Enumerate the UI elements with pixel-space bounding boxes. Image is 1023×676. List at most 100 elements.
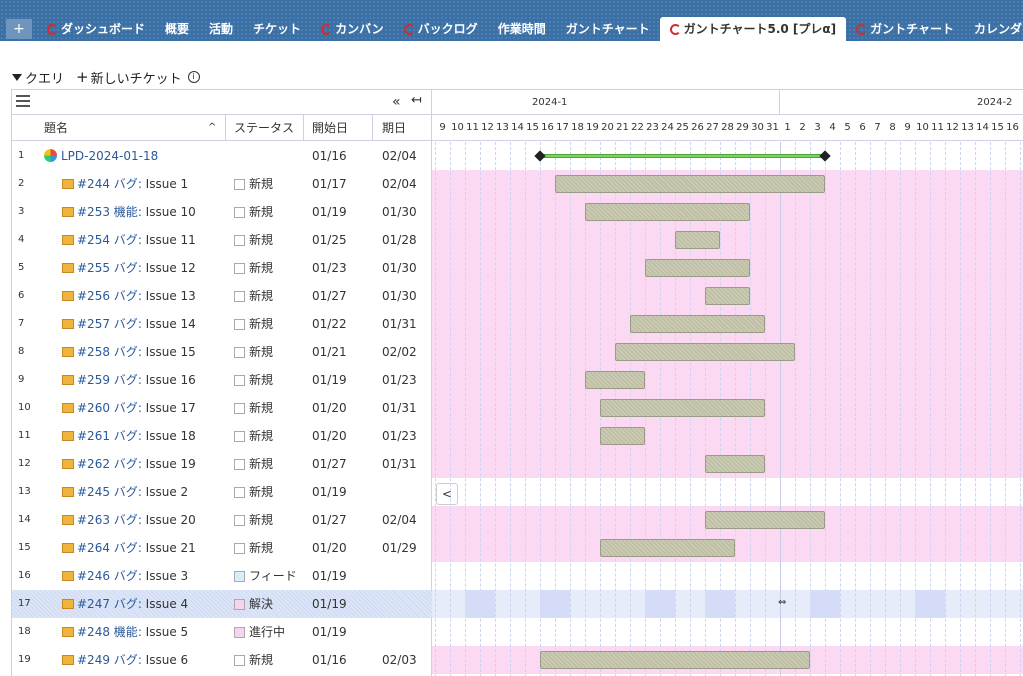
- row-title[interactable]: #248 機能: Issue 5: [62, 618, 188, 646]
- tab-6[interactable]: 作業時間: [488, 17, 556, 41]
- gantt-bar[interactable]: [600, 427, 645, 445]
- tab-7[interactable]: ガントチャート: [556, 17, 660, 41]
- column-header-status[interactable]: ステータス: [234, 115, 294, 141]
- row-title[interactable]: #261 バグ: Issue 18: [62, 422, 196, 450]
- row-title[interactable]: #257 バグ: Issue 14: [62, 310, 196, 338]
- tab-9[interactable]: ガントチャート: [846, 17, 964, 41]
- ticket-link[interactable]: #260: [77, 401, 110, 415]
- day-gridline: [495, 142, 496, 676]
- milestone-diamond[interactable]: [534, 150, 546, 162]
- ticket-link[interactable]: #248: [77, 625, 110, 639]
- gantt-bar[interactable]: [675, 231, 720, 249]
- ticket-link[interactable]: #255: [77, 261, 110, 275]
- day-label: 16: [541, 122, 554, 133]
- tab-3[interactable]: チケット: [243, 17, 311, 41]
- row-title[interactable]: LPD-2024-01-18: [44, 142, 158, 170]
- sort-asc-icon[interactable]: ^: [208, 115, 216, 141]
- filter-icon: [12, 73, 22, 81]
- gantt-bar[interactable]: [540, 651, 810, 669]
- gantt-bar[interactable]: [615, 343, 795, 361]
- gantt-bar[interactable]: [645, 259, 750, 277]
- status-label: 新規: [249, 429, 274, 443]
- gantt-bar[interactable]: [555, 175, 825, 193]
- day-gridline: [885, 142, 886, 676]
- resize-cursor-icon: ⇔: [778, 597, 787, 608]
- row-title[interactable]: #245 バグ: Issue 2: [62, 478, 188, 506]
- row-title[interactable]: #247 バグ: Issue 4: [62, 590, 188, 618]
- row-title[interactable]: #249 バグ: Issue 6: [62, 646, 188, 674]
- row-title[interactable]: #260 バグ: Issue 17: [62, 394, 196, 422]
- app-logo-icon: [321, 23, 333, 35]
- new-ticket-button[interactable]: + 新しいチケット i: [76, 68, 200, 87]
- ticket-link[interactable]: #258: [77, 345, 110, 359]
- ticket-subject: Issue 1: [145, 177, 189, 191]
- gantt-bar[interactable]: [600, 539, 735, 557]
- ticket-link[interactable]: #254: [77, 233, 110, 247]
- ticket-link[interactable]: #244: [77, 177, 110, 191]
- ticket-link[interactable]: #259: [77, 373, 110, 387]
- tab-8[interactable]: ガントチャート5.0 [プレα]: [659, 17, 847, 41]
- row-title[interactable]: #262 バグ: Issue 19: [62, 450, 196, 478]
- row-number: 11: [18, 430, 31, 441]
- row-number: 13: [18, 486, 31, 497]
- ticket-link[interactable]: #246: [77, 569, 110, 583]
- tab-5[interactable]: バックログ: [394, 17, 488, 41]
- tab-4[interactable]: カンバン: [311, 17, 394, 41]
- row-title[interactable]: #253 機能: Issue 10: [62, 198, 196, 226]
- ticket-link[interactable]: #249: [77, 653, 110, 667]
- ticket-link[interactable]: #247: [77, 597, 110, 611]
- row-title[interactable]: #254 バグ: Issue 11: [62, 226, 196, 254]
- query-button[interactable]: クエリ: [12, 68, 64, 87]
- row-title[interactable]: #264 バグ: Issue 21: [62, 534, 196, 562]
- row-number: 10: [18, 402, 31, 413]
- gantt-bar[interactable]: [705, 511, 825, 529]
- row-title[interactable]: #259 バグ: Issue 16: [62, 366, 196, 394]
- gantt-bar[interactable]: [705, 287, 750, 305]
- row-title[interactable]: #258 バグ: Issue 15: [62, 338, 196, 366]
- selected-cell: [705, 590, 735, 618]
- row-title[interactable]: #256 バグ: Issue 13: [62, 282, 196, 310]
- gantt-bar[interactable]: [630, 315, 765, 333]
- info-icon[interactable]: i: [187, 71, 200, 83]
- gantt-bar[interactable]: [705, 455, 765, 473]
- ticket-link[interactable]: #264: [77, 541, 110, 555]
- status-label: 新規: [249, 373, 274, 387]
- gantt-bar[interactable]: [585, 371, 645, 389]
- row-title[interactable]: #263 バグ: Issue 20: [62, 506, 196, 534]
- tab-1[interactable]: 概要: [155, 17, 199, 41]
- day-label: 21: [616, 122, 629, 133]
- row-title[interactable]: #244 バグ: Issue 1: [62, 170, 188, 198]
- milestone-diamond[interactable]: [819, 150, 831, 162]
- tracker-label: バグ: [113, 289, 138, 303]
- new-menu-button[interactable]: +: [6, 19, 32, 39]
- tab-2[interactable]: 活動: [199, 17, 243, 41]
- scroll-left-button[interactable]: <: [436, 483, 458, 505]
- ticket-link[interactable]: #253: [77, 205, 110, 219]
- column-header-title[interactable]: 題名: [44, 115, 68, 141]
- ticket-link[interactable]: #262: [77, 457, 110, 471]
- column-header-due[interactable]: 期日: [382, 115, 406, 141]
- gantt-bar[interactable]: [585, 203, 750, 221]
- scroll-to-start-icon[interactable]: ↤: [411, 93, 422, 108]
- ticket-link[interactable]: #261: [77, 429, 110, 443]
- status-color-swatch: [234, 626, 245, 638]
- project-link[interactable]: LPD-2024-01-18: [61, 149, 158, 163]
- row-title[interactable]: #255 バグ: Issue 12: [62, 254, 196, 282]
- gantt-bar[interactable]: [600, 399, 765, 417]
- row-title[interactable]: #246 バグ: Issue 3: [62, 562, 188, 590]
- tab-0[interactable]: ダッシュボード: [37, 17, 155, 41]
- project-span-line[interactable]: [540, 154, 825, 158]
- status-color-swatch: [234, 654, 245, 666]
- day-label: 5: [844, 122, 851, 133]
- tracker-label: バグ: [113, 485, 138, 499]
- column-header-start[interactable]: 開始日: [312, 115, 348, 141]
- ticket-link[interactable]: #263: [77, 513, 110, 527]
- tab-10[interactable]: カレンダー: [964, 17, 1023, 41]
- ticket-link[interactable]: #256: [77, 289, 110, 303]
- ticket-link[interactable]: #245: [77, 485, 110, 499]
- day-label: 6: [859, 122, 866, 133]
- day-gridline: [990, 142, 991, 676]
- settings-sliders-icon[interactable]: [16, 95, 30, 107]
- collapse-left-icon[interactable]: «: [392, 94, 401, 110]
- ticket-link[interactable]: #257: [77, 317, 110, 331]
